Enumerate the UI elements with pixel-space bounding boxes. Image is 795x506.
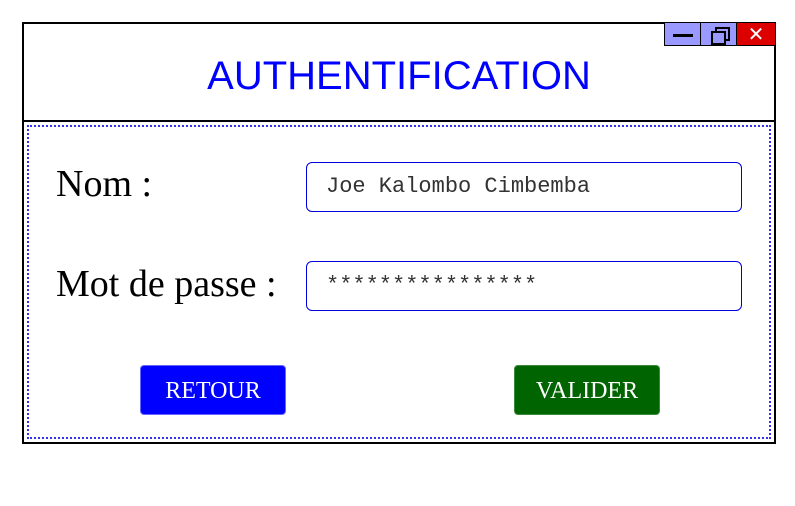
name-label: Nom :	[56, 163, 153, 205]
auth-window: AUTHENTIFICATION ✕ Nom : Joe Kalombo Cim…	[22, 22, 776, 444]
maximize-button[interactable]	[700, 22, 737, 46]
title-bar: AUTHENTIFICATION ✕	[24, 22, 776, 122]
back-button[interactable]: RETOUR	[140, 365, 286, 415]
window-controls: ✕	[664, 22, 776, 48]
password-input[interactable]: ****************	[306, 261, 742, 311]
window-title: AUTHENTIFICATION	[207, 54, 591, 98]
password-label: Mot de passe :	[56, 263, 277, 305]
name-input[interactable]: Joe Kalombo Cimbemba	[306, 162, 742, 212]
restore-icon-front	[711, 31, 726, 45]
minimize-button[interactable]	[664, 22, 701, 46]
minimize-icon	[673, 34, 693, 37]
submit-button[interactable]: VALIDER	[514, 365, 660, 415]
login-form: Nom : Joe Kalombo Cimbemba Mot de passe …	[27, 125, 771, 439]
close-button[interactable]: ✕	[736, 22, 776, 46]
close-icon: ✕	[747, 22, 765, 46]
